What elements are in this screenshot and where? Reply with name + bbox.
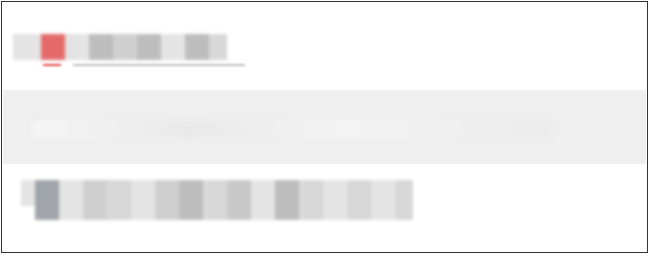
- accent-underline: [43, 64, 61, 66]
- menu-item-1-label: [3, 20, 4, 21]
- menu-item-2-selected[interactable]: [3, 90, 646, 164]
- menu-item-3[interactable]: [3, 170, 646, 230]
- text-underline: [73, 64, 245, 66]
- menu-panel: [1, 1, 648, 253]
- obscured-text: [21, 180, 413, 220]
- obscured-text: [33, 120, 553, 138]
- obscured-text: [13, 34, 227, 60]
- menu-item-3-label: [3, 170, 4, 171]
- menu-item-1[interactable]: [3, 20, 646, 75]
- menu-item-2-label: [3, 90, 4, 91]
